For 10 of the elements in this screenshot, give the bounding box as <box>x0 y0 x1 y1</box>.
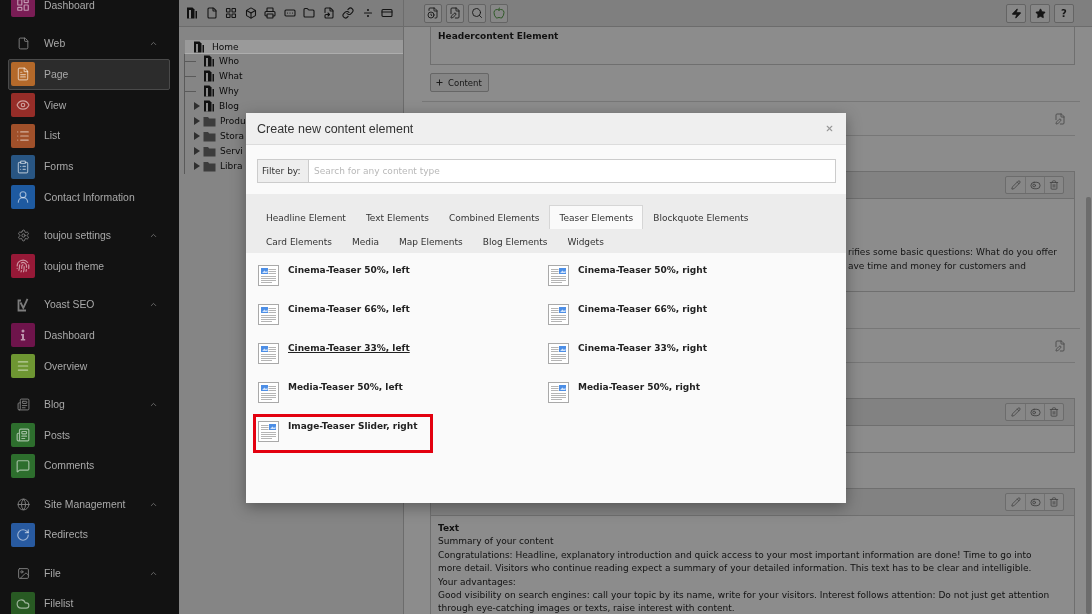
paragraph-text: Summary of your content <box>438 535 555 549</box>
element-title: Headercontent Element <box>430 27 1075 65</box>
filter-label: Filter by: <box>257 159 308 183</box>
element-title: Text <box>438 522 461 535</box>
paragraph-text: Your advantages: <box>438 575 517 589</box>
modal-title: Create new content element <box>257 121 414 136</box>
paragraph-text: rifies some basic questions: What do you offer <box>848 246 1058 259</box>
paragraph-text: Congratulations: Headline, explanatory introduction and quick access to your most important information are done! Time to go into more detail. Visitors who continue reading expect a summary of your detailed information. This text has to be clear and intelligible. <box>438 548 1033 576</box>
paragraph-text: ave time and money for customers and <box>848 260 1028 273</box>
paragraph-text: Good visibility on search engines: call your topic by its name, write for your visitors. Interest follows attention: Do not just get attention through eye-catching images or texts, raise interest with content. <box>438 589 1051 614</box>
